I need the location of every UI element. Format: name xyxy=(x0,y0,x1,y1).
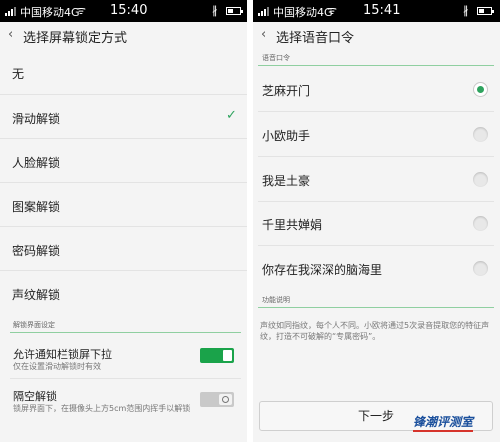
watermark-logo: 锋潮评测室 xyxy=(413,415,474,432)
option-label: 声纹解锁 xyxy=(12,288,61,302)
divider xyxy=(0,226,247,227)
option-label: 无 xyxy=(12,67,25,81)
divider xyxy=(0,182,247,183)
air-unlock-toggle[interactable] xyxy=(200,392,234,407)
toggle-subtitle: 锁屏界面下，在摄像头上方5cm范围内挥手以解锁 xyxy=(13,404,191,413)
lock-option-voiceprint[interactable]: 声纹解锁 xyxy=(0,286,247,306)
carrier-label: 中国移动4G xyxy=(20,6,80,19)
divider xyxy=(0,138,247,139)
phrase-label: 我是土豪 xyxy=(262,174,311,188)
divider xyxy=(258,245,494,246)
option-label: 图案解锁 xyxy=(12,200,61,214)
page-title: 选择语音口令 xyxy=(276,31,355,46)
voice-phrase-item[interactable]: 你存在我深深的脑海里 xyxy=(253,261,500,281)
voice-phrase-item[interactable]: 小欧助手 xyxy=(253,127,500,147)
toggle-label: 允许通知栏锁屏下拉 xyxy=(13,348,112,361)
wifi-icon: ᯤ xyxy=(327,4,338,17)
lock-option-none[interactable]: 无 xyxy=(0,65,247,85)
section-title: 解锁界面设定 xyxy=(13,321,55,329)
status-bar: 中国移动4G ᯤ 15:41 ∦ xyxy=(253,0,500,22)
page-title: 选择屏幕锁定方式 xyxy=(23,31,128,46)
function-description-title: 功能说明 xyxy=(262,296,290,304)
voice-phrase-item[interactable]: 我是土豪 xyxy=(253,172,500,192)
section-title: 语音口令 xyxy=(262,54,290,62)
lock-option-slide[interactable]: 滑动解锁 xyxy=(0,110,247,130)
clock: 15:41 xyxy=(363,3,401,18)
toggle-label: 隔空解锁 xyxy=(13,390,57,403)
radio-icon[interactable] xyxy=(473,261,488,276)
title-bar: ‹ 选择屏幕锁定方式 xyxy=(0,22,247,50)
back-arrow-icon[interactable]: ‹ xyxy=(8,27,13,42)
bluetooth-icon: ∦ xyxy=(212,4,218,17)
section-underline xyxy=(10,332,241,333)
section-underline xyxy=(258,65,494,66)
voice-phrase-item[interactable]: 千里共婵娟 xyxy=(253,216,500,236)
lock-option-password[interactable]: 密码解锁 xyxy=(0,242,247,262)
divider xyxy=(10,378,241,379)
lock-option-face[interactable]: 人脸解锁 xyxy=(0,154,247,174)
divider xyxy=(258,201,494,202)
phrase-label: 千里共婵娟 xyxy=(262,218,323,232)
back-arrow-icon[interactable]: ‹ xyxy=(261,27,266,42)
battery-icon xyxy=(226,7,243,15)
phrase-label: 你存在我深深的脑海里 xyxy=(262,263,383,277)
battery-icon xyxy=(477,7,494,15)
option-label: 人脸解锁 xyxy=(12,156,61,170)
option-label: 密码解锁 xyxy=(12,244,61,258)
title-bar: ‹ 选择语音口令 xyxy=(253,22,500,50)
lock-option-pattern[interactable]: 图案解锁 xyxy=(0,198,247,218)
status-bar: 中国移动4G ᯤ 15:40 ∦ xyxy=(0,0,247,22)
toggle-subtitle: 仅在设置滑动解锁时有效 xyxy=(13,362,101,371)
next-button-label: 下一步 xyxy=(357,409,394,423)
voice-phrase-item[interactable]: 芝麻开门 xyxy=(253,82,500,102)
phrase-label: 芝麻开门 xyxy=(262,84,311,98)
option-label: 滑动解锁 xyxy=(12,112,61,126)
lock-method-screen: 中国移动4G ᯤ 15:40 ∦ ‹ 选择屏幕锁定方式 无 滑动解锁 ✓ 人脸解… xyxy=(0,0,247,442)
divider xyxy=(0,270,247,271)
carrier-label: 中国移动4G xyxy=(273,6,333,19)
clock: 15:40 xyxy=(110,3,148,18)
radio-selected-icon[interactable] xyxy=(473,82,488,97)
radio-icon[interactable] xyxy=(473,127,488,142)
function-description: 声纹如同指纹，每个人不同。小欧将通过5次录音提取您的特征声纹，打造不可破解的“专… xyxy=(260,321,490,341)
voice-command-screen: 中国移动4G ᯤ 15:41 ∦ ‹ 选择语音口令 语音口令 芝麻开门 小欧助手… xyxy=(253,0,500,442)
divider xyxy=(0,94,247,95)
signal-icon xyxy=(258,6,272,16)
checkmark-icon: ✓ xyxy=(226,108,237,123)
bluetooth-icon: ∦ xyxy=(463,4,469,17)
wifi-icon: ᯤ xyxy=(76,4,87,17)
phrase-label: 小欧助手 xyxy=(262,129,311,143)
radio-icon[interactable] xyxy=(473,172,488,187)
divider xyxy=(258,111,494,112)
notification-pulldown-toggle[interactable] xyxy=(200,348,234,363)
signal-icon xyxy=(5,6,19,16)
section-underline xyxy=(258,307,494,308)
divider xyxy=(258,156,494,157)
radio-icon[interactable] xyxy=(473,216,488,231)
